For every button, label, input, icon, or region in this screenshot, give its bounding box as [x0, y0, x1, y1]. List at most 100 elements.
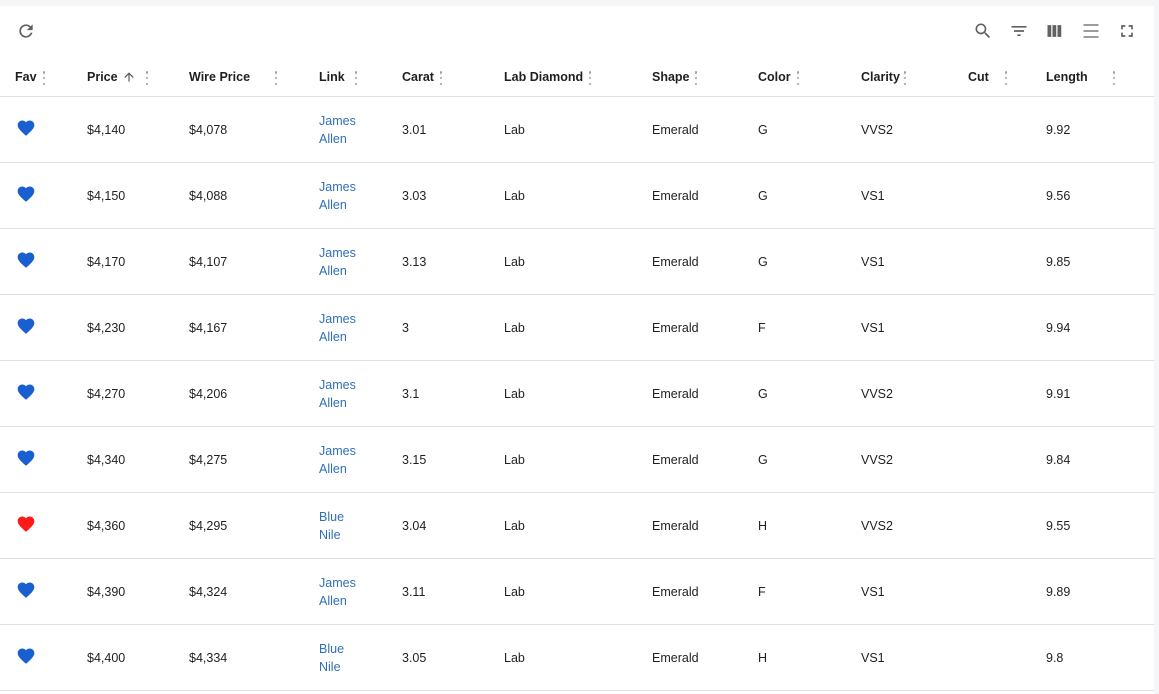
shape-value: Emerald	[652, 386, 699, 401]
table-row[interactable]: $4,230 $4,167 James Allen 3 Lab Emerald F VS1 9.…	[0, 294, 1154, 361]
vendor-link[interactable]: James Allen	[319, 178, 363, 214]
vendor-link[interactable]: Blue Nile	[319, 508, 363, 544]
lab-diamond-value: Lab	[504, 584, 525, 599]
lab-diamond-value: Lab	[504, 122, 525, 137]
color-cell: G	[739, 228, 841, 295]
header-cut[interactable]: Cut	[947, 58, 1037, 97]
clarity-cell: VVS2	[841, 360, 947, 427]
vendor-link[interactable]: James Allen	[319, 376, 363, 412]
clarity-cell: VVS2	[841, 96, 947, 163]
clarity-cell: VS1	[841, 624, 947, 691]
shape-value: Emerald	[652, 650, 699, 665]
header-lab-diamond[interactable]: Lab Diamond	[484, 58, 633, 97]
clarity-value: VS1	[861, 650, 885, 665]
header-link[interactable]: Link	[304, 58, 382, 97]
column-menu-icon[interactable]	[1004, 71, 1008, 85]
header-price-label: Price	[87, 70, 118, 84]
table-row[interactable]: $4,360 $4,295 Blue Nile 3.04 Lab Emerald H VVS2…	[0, 492, 1154, 559]
length-cell: 9.89	[1037, 558, 1154, 625]
favorite-heart-icon[interactable]	[16, 448, 36, 468]
wire-price-value: $4,078	[189, 122, 228, 137]
length-cell: 9.8	[1037, 624, 1154, 691]
carat-cell: 3.13	[382, 228, 484, 295]
favorite-heart-icon[interactable]	[16, 580, 36, 600]
header-length[interactable]: Length	[1037, 58, 1154, 97]
header-price[interactable]: Price	[72, 58, 174, 97]
column-menu-icon[interactable]	[588, 71, 592, 85]
filter-button[interactable]	[1007, 19, 1031, 43]
table-row[interactable]: $4,140 $4,078 James Allen 3.01 Lab Emerald G VV…	[0, 96, 1154, 163]
favorite-heart-icon[interactable]	[16, 184, 36, 204]
vendor-link[interactable]: James Allen	[319, 442, 363, 478]
search-button[interactable]	[971, 19, 995, 43]
lab-diamond-cell: Lab	[484, 426, 633, 493]
column-menu-icon[interactable]	[903, 71, 907, 85]
favorite-heart-icon[interactable]	[16, 382, 36, 402]
header-carat[interactable]: Carat	[382, 58, 484, 97]
table-row[interactable]: $4,150 $4,088 James Allen 3.03 Lab Emerald G VS…	[0, 162, 1154, 229]
color-value: G	[758, 386, 768, 401]
refresh-button[interactable]	[14, 19, 38, 43]
color-cell: G	[739, 162, 841, 229]
length-value: 9.8	[1046, 650, 1064, 665]
column-menu-icon[interactable]	[796, 71, 800, 85]
column-menu-icon[interactable]	[694, 71, 698, 85]
price-value: $4,170	[87, 254, 126, 269]
price-cell: $4,400	[72, 624, 174, 691]
fullscreen-button[interactable]	[1115, 19, 1139, 43]
lab-diamond-value: Lab	[504, 188, 525, 203]
header-color[interactable]: Color	[739, 58, 841, 97]
table-row[interactable]: $4,270 $4,206 James Allen 3.1 Lab Emerald G VVS…	[0, 360, 1154, 427]
vendor-link[interactable]: Blue Nile	[319, 640, 363, 676]
color-cell: F	[739, 294, 841, 361]
clarity-value: VVS2	[861, 386, 893, 401]
link-cell: James Allen	[304, 426, 382, 493]
link-cell: Blue Nile	[304, 624, 382, 691]
color-cell: H	[739, 624, 841, 691]
table-row[interactable]: $4,170 $4,107 James Allen 3.13 Lab Emerald G VS…	[0, 228, 1154, 295]
column-menu-icon[interactable]	[42, 71, 46, 85]
length-cell: 9.56	[1037, 162, 1154, 229]
carat-value: 3.15	[402, 452, 427, 467]
header-clarity[interactable]: Clarity	[841, 58, 947, 97]
sort-ascending-icon[interactable]	[122, 70, 136, 84]
length-value: 9.92	[1046, 122, 1071, 137]
vendor-link[interactable]: James Allen	[319, 310, 363, 346]
vendor-link[interactable]: James Allen	[319, 244, 363, 280]
wire-price-cell: $4,324	[174, 558, 304, 625]
link-cell: James Allen	[304, 96, 382, 163]
wire-price-cell: $4,167	[174, 294, 304, 361]
favorite-heart-icon[interactable]	[16, 316, 36, 336]
favorite-heart-icon[interactable]	[16, 514, 36, 534]
carat-value: 3.05	[402, 650, 427, 665]
carat-cell: 3.05	[382, 624, 484, 691]
clarity-value: VVS2	[861, 518, 893, 533]
vendor-link[interactable]: James Allen	[319, 574, 363, 610]
column-menu-icon[interactable]	[1112, 71, 1116, 85]
vendor-link[interactable]: James Allen	[319, 112, 363, 148]
favorite-heart-icon[interactable]	[16, 250, 36, 270]
wire-price-value: $4,275	[189, 452, 228, 467]
columns-button[interactable]	[1043, 19, 1067, 43]
favorite-heart-icon[interactable]	[16, 118, 36, 138]
header-fav[interactable]: Fav	[0, 58, 72, 97]
table-row[interactable]: $4,390 $4,324 James Allen 3.11 Lab Emerald F VS…	[0, 558, 1154, 625]
carat-value: 3.11	[402, 584, 426, 599]
header-wire-price[interactable]: Wire Price	[174, 58, 304, 97]
clarity-value: VS1	[861, 188, 885, 203]
header-carat-label: Carat	[402, 70, 434, 84]
clarity-value: VS1	[861, 584, 885, 599]
column-menu-icon[interactable]	[354, 71, 358, 85]
carat-value: 3.13	[402, 254, 427, 269]
table-row[interactable]: $4,340 $4,275 James Allen 3.15 Lab Emerald G VV…	[0, 426, 1154, 493]
carat-value: 3	[402, 320, 409, 335]
column-menu-icon[interactable]	[274, 71, 278, 85]
wire-price-value: $4,088	[189, 188, 228, 203]
table-row[interactable]: $4,400 $4,334 Blue Nile 3.05 Lab Emerald H VS1 9…	[0, 624, 1154, 691]
header-clarity-label: Clarity	[861, 70, 900, 84]
column-menu-icon[interactable]	[145, 71, 149, 85]
favorite-heart-icon[interactable]	[16, 646, 36, 666]
density-button[interactable]	[1079, 19, 1103, 43]
header-shape[interactable]: Shape	[633, 58, 739, 97]
column-menu-icon[interactable]	[439, 71, 443, 85]
